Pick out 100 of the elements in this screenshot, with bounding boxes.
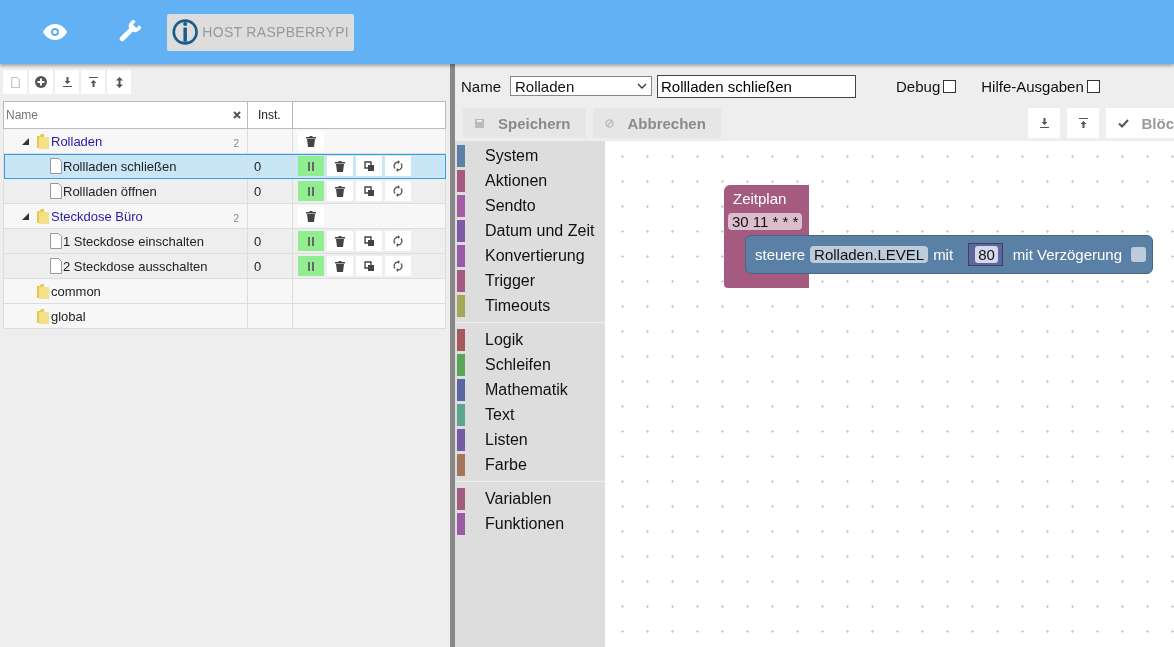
category-item[interactable]: Listen <box>455 427 605 452</box>
copy-icon <box>363 160 375 172</box>
folder-icon <box>36 308 50 324</box>
delete-icon <box>335 185 345 197</box>
file-icon <box>50 158 62 174</box>
copy-button[interactable] <box>356 231 382 251</box>
checkbox[interactable] <box>1131 247 1147 262</box>
plus-circle-icon <box>35 76 47 88</box>
copy-button[interactable] <box>356 156 382 176</box>
upload-icon <box>88 77 98 87</box>
category-item[interactable]: System <box>455 143 605 168</box>
instance-count: 0 <box>254 158 262 174</box>
script-row[interactable]: 2 Steckdose ausschalten 0 <box>3 253 446 279</box>
folder-name[interactable]: global <box>51 308 86 324</box>
file-icon <box>50 183 62 199</box>
folder-icon <box>36 283 50 299</box>
pause-button[interactable] <box>298 156 324 176</box>
pause-button[interactable] <box>298 181 324 201</box>
schedule-block[interactable]: Zeitplan 30 11 * * * steuere Rolladen.LEVEL mit 80 mit Verzögerung <box>724 185 1154 288</box>
category-item[interactable]: Trigger <box>455 268 605 293</box>
option-label: Hilfe-Ausgaben <box>981 77 1084 95</box>
expand-triangle-icon[interactable] <box>21 212 29 220</box>
restart-icon <box>393 260 403 272</box>
script-name: Rollladen schließen <box>63 158 177 174</box>
name-label: Name <box>461 77 501 95</box>
file-icon <box>50 233 62 249</box>
number-block[interactable]: 80 <box>968 243 1003 266</box>
folder-icon <box>36 208 50 224</box>
copy-button[interactable] <box>356 181 382 201</box>
category-item[interactable]: Datum und Zeit <box>455 218 605 243</box>
caret-icon <box>637 83 647 89</box>
category-item[interactable]: Farbe <box>455 452 605 477</box>
import-button[interactable] <box>1067 108 1100 138</box>
restart-button[interactable] <box>385 231 411 251</box>
block-title: Zeitplan <box>733 190 787 207</box>
category-item[interactable]: Schleifen <box>455 352 605 377</box>
restart-button[interactable] <box>385 256 411 276</box>
object-field[interactable]: Rolladen.LEVEL <box>810 246 929 263</box>
delete-button[interactable] <box>327 181 353 201</box>
category-item[interactable]: Text <box>455 402 605 427</box>
script-row[interactable]: 1 Steckdose einschalten 0 <box>3 228 446 254</box>
script-count: 2 <box>233 136 239 149</box>
expand-button[interactable] <box>107 70 131 94</box>
delete-button[interactable] <box>327 256 353 276</box>
restart-icon <box>393 160 403 172</box>
delete-icon <box>306 135 316 147</box>
category-item[interactable]: Logik <box>455 327 605 352</box>
file-icon <box>10 76 20 88</box>
script-name: 1 Steckdose einschalten <box>63 233 204 249</box>
checkbox[interactable] <box>943 79 957 93</box>
script-name-field[interactable]: Rollladen schließen <box>657 74 856 98</box>
script-row[interactable]: Rollladen öffnen 0 <box>3 178 446 204</box>
delete-button[interactable] <box>327 231 353 251</box>
folder-name[interactable]: Rolladen <box>51 133 103 149</box>
check-icon <box>1118 118 1130 128</box>
pause-icon <box>307 236 315 246</box>
copy-button[interactable] <box>356 256 382 276</box>
folder-name[interactable]: common <box>51 283 101 299</box>
export-button[interactable] <box>1028 108 1061 138</box>
group-select[interactable]: Rolladen <box>510 76 652 96</box>
download-icon <box>62 77 72 87</box>
upload-icon <box>1079 118 1088 128</box>
pause-icon <box>307 161 315 171</box>
delete-button[interactable] <box>298 206 324 226</box>
add-folder-button[interactable] <box>29 70 53 94</box>
script-name: 2 Steckdose ausschalten <box>63 258 208 274</box>
folder-name[interactable]: Steckdose Büro <box>51 208 143 224</box>
category-item[interactable]: Konvertierung <box>455 243 605 268</box>
copy-icon <box>363 185 375 197</box>
column-header[interactable]: Name <box>6 108 38 122</box>
delete-icon <box>335 260 345 272</box>
clear-filter-icon[interactable] <box>233 111 241 119</box>
script-row[interactable]: Rollladen schließen 0 <box>3 153 446 179</box>
control-block[interactable]: steuere Rolladen.LEVEL mit 80 mit Verzögerung <box>745 235 1154 274</box>
logo-icon <box>172 17 199 47</box>
delete-icon <box>335 160 345 172</box>
category-item[interactable]: Timeouts <box>455 293 605 318</box>
cron-field[interactable]: 30 11 * * * <box>728 213 803 230</box>
instance-count: 0 <box>254 258 262 274</box>
copy-icon <box>363 260 375 272</box>
checkbox[interactable] <box>1086 79 1100 93</box>
delete-button[interactable] <box>327 156 353 176</box>
category-item[interactable]: Mathematik <box>455 377 605 402</box>
pause-button[interactable] <box>298 256 324 276</box>
expand-triangle-icon[interactable] <box>21 137 29 145</box>
option-label: Debug <box>896 77 941 95</box>
category-item[interactable]: Sendto <box>455 193 605 218</box>
pause-button[interactable] <box>298 231 324 251</box>
category-item[interactable]: Funktionen <box>455 511 605 536</box>
category-item[interactable]: Variablen <box>455 486 605 511</box>
restart-button[interactable] <box>385 156 411 176</box>
pause-icon <box>307 261 315 271</box>
download-icon <box>1040 118 1049 128</box>
delete-button[interactable] <box>298 131 324 151</box>
instance-count: 0 <box>254 233 262 249</box>
category-item[interactable]: Aktionen <box>455 168 605 193</box>
restart-button[interactable] <box>385 181 411 201</box>
upload-button[interactable] <box>81 70 105 94</box>
delete-icon <box>335 235 345 247</box>
download-button[interactable] <box>55 70 79 94</box>
